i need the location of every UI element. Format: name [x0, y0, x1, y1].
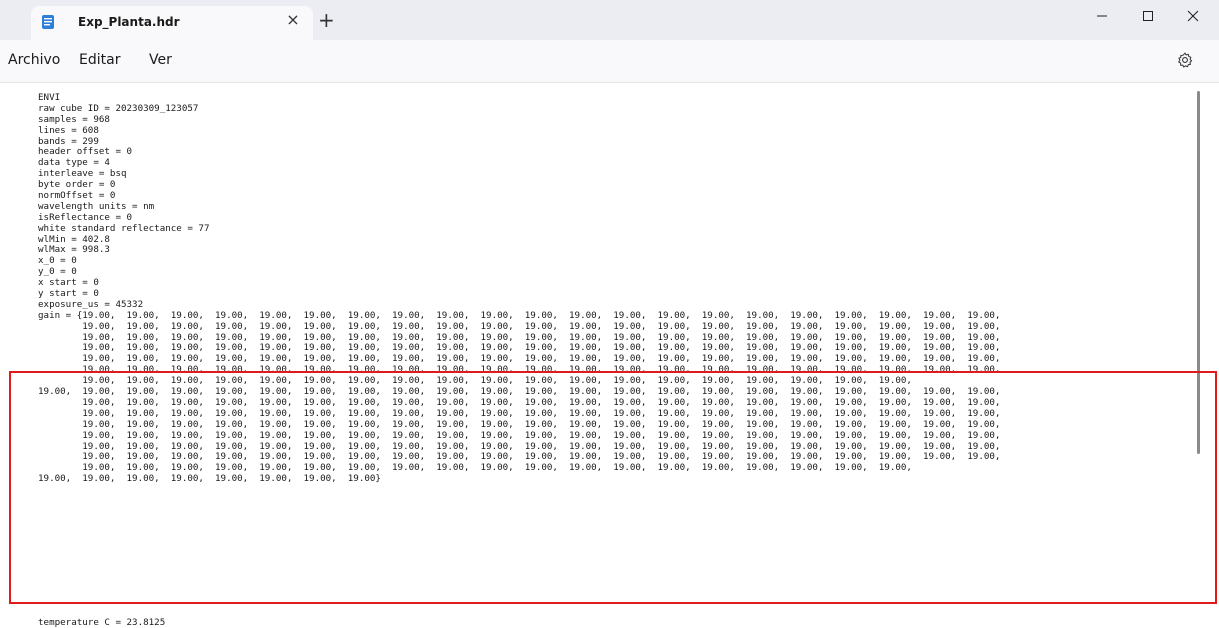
file-content: ENVI raw cube ID = 20230309_123057 samples… [38, 92, 1001, 485]
close-window-button[interactable] [1170, 0, 1216, 30]
minimize-button[interactable] [1079, 0, 1125, 30]
vertical-scrollbar[interactable] [1201, 83, 1219, 628]
scrollbar-thumb[interactable] [1197, 91, 1200, 454]
text-line: raw cube ID = 20230309_123057 [38, 102, 199, 114]
text-line: wavelength units = nm [38, 200, 155, 212]
notepad-icon [42, 15, 54, 29]
maximize-button[interactable] [1125, 0, 1171, 30]
temperature-line: temperature C = 23.8125 [38, 617, 166, 628]
tab-title: Exp_Planta.hdr [78, 15, 180, 29]
text-line: lines = 608 [38, 124, 99, 136]
text-line: 19.00, 19.00, 19.00, 19.00, 19.00, 19.00… [38, 320, 1001, 332]
menu-bar: Archivo Editar Ver [0, 40, 1219, 83]
menu-editar[interactable]: Editar [79, 52, 120, 68]
text-line: 19.00, 19.00, 19.00, 19.00, 19.00, 19.00… [38, 418, 1001, 430]
text-line: 19.00, 19.00, 19.00, 19.00, 19.00, 19.00… [38, 473, 381, 485]
text-line: y_0 = 0 [38, 266, 77, 278]
text-line: normOffset = 0 [38, 190, 116, 202]
title-bar: Exp_Planta.hdr × + [0, 0, 1219, 40]
tab-exp-planta[interactable]: Exp_Planta.hdr × [31, 6, 313, 40]
text-line: interleave = bsq [38, 168, 127, 180]
text-line: samples = 968 [38, 113, 110, 125]
text-editor[interactable]: ENVI raw cube ID = 20230309_123057 samples… [0, 83, 1219, 628]
text-line: x start = 0 [38, 277, 99, 289]
text-line: 19.00, 19.00, 19.00, 19.00, 19.00, 19.00… [38, 429, 1001, 441]
text-line: data type = 4 [38, 157, 110, 169]
text-line: bands = 299 [38, 135, 99, 147]
new-tab-button[interactable]: + [318, 10, 335, 30]
close-icon [1187, 10, 1199, 21]
gear-icon[interactable] [1177, 52, 1193, 68]
text-line: header offset = 0 [38, 146, 133, 158]
text-line: wlMin = 402.8 [38, 233, 110, 245]
text-line: x_0 = 0 [38, 255, 77, 267]
notepad-window: Exp_Planta.hdr × + Archivo Editar Ver EN… [0, 0, 1219, 628]
minimize-icon [1097, 15, 1107, 16]
close-tab-icon[interactable]: × [285, 12, 301, 28]
menu-ver[interactable]: Ver [149, 52, 172, 68]
text-line: white standard reflectance = 77 [38, 222, 210, 234]
maximize-icon [1143, 10, 1153, 21]
menu-archivo[interactable]: Archivo [8, 52, 60, 68]
text-line: byte order = 0 [38, 179, 116, 191]
text-line: wlMax = 998.3 [38, 244, 110, 256]
text-line: y start = 0 [38, 288, 99, 300]
